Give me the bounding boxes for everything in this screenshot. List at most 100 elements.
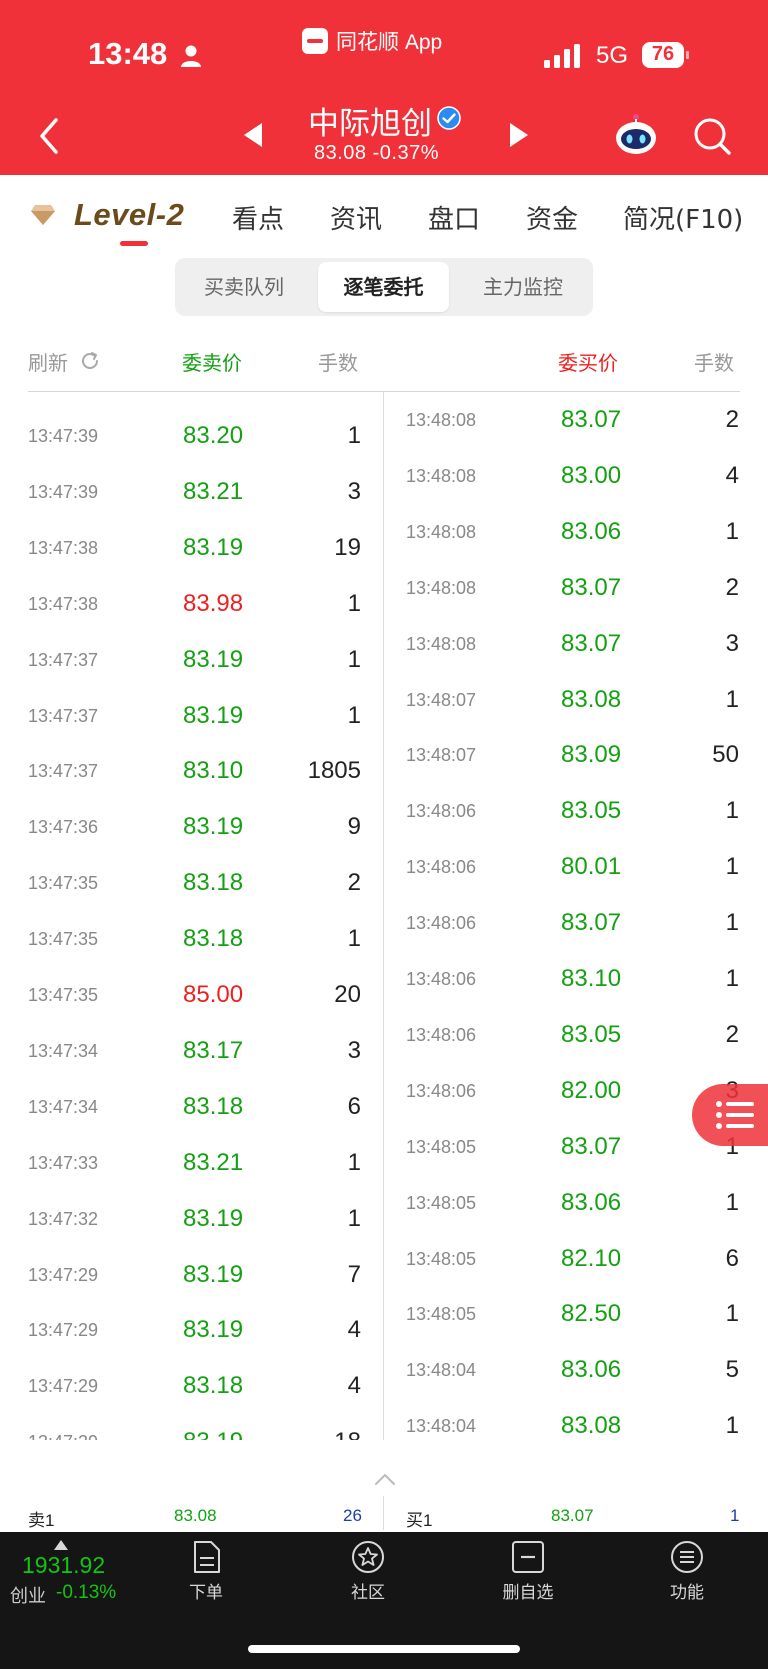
buy-order-row[interactable]: 13:48:05 83.06 1 [406,1189,739,1251]
order-time: 13:47:32 [28,1208,99,1229]
refresh-icon[interactable] [79,350,101,372]
sell-order-row[interactable]: 13:47:37 83.19 1 [28,692,361,748]
app-switch-badge[interactable]: 同花顺 App [302,26,442,56]
buy-order-row[interactable]: 13:48:06 83.07 1 [406,909,739,971]
tab-f10-profile[interactable]: 简况(F10) [623,199,743,236]
sell-order-row[interactable]: 13:47:32 83.19 1 [28,1195,361,1251]
order-time: 13:47:35 [28,929,99,950]
sell1-label: 卖1 [28,1511,55,1530]
buy1-label: 买1 [406,1511,433,1530]
order-price: 82.10 [561,1244,622,1272]
order-qty: 20 [334,981,361,1008]
sell-order-row[interactable]: 13:47:35 83.18 2 [28,859,361,915]
order-price: 83.00 [561,461,622,489]
buy-order-row[interactable]: 13:48:06 83.05 1 [406,797,739,859]
next-stock-icon[interactable] [508,122,530,148]
order-qty: 6 [347,1092,361,1120]
sell-order-row[interactable]: 13:47:38 83.19 19 [28,524,361,580]
sell-order-row[interactable]: 13:47:29 83.19 4 [28,1306,361,1362]
nav-functions[interactable]: 功能 [637,1540,737,1603]
order-qty: 1 [347,701,361,729]
order-qty: 5 [725,1356,739,1384]
sell-order-row[interactable]: 13:47:37 83.19 1 [28,636,361,692]
sell-order-row[interactable]: 13:47:35 83.18 1 [28,915,361,971]
tab-highlights[interactable]: 看点 [232,199,284,236]
sell-order-row[interactable]: 13:47:39 83.20 1 [28,412,361,468]
remove-watchlist-icon [512,1541,544,1573]
sell-order-row[interactable]: 13:47:35 85.00 20 [28,971,361,1027]
buy-order-row[interactable]: 13:48:08 83.00 4 [406,462,739,524]
order-price: 83.17 [183,1036,244,1064]
index-name[interactable]: 创业 [10,1582,46,1608]
order-time: 13:47:35 [28,985,99,1005]
buy-order-row[interactable]: 13:48:08 83.07 2 [406,406,739,468]
tab-news[interactable]: 资讯 [330,199,382,236]
order-time: 13:48:05 [406,1304,477,1325]
buy-order-row[interactable]: 13:48:06 83.10 1 [406,965,739,1027]
order-qty: 1 [347,589,361,617]
order-price: 83.19 [183,533,244,561]
index-value[interactable]: 1931.92 [22,1552,105,1579]
buy-order-row[interactable]: 13:48:08 83.07 2 [406,574,739,636]
order-time: 13:48:07 [406,689,477,710]
sell-order-row[interactable]: 13:47:29 83.18 4 [28,1362,361,1418]
back-icon[interactable] [34,116,64,156]
order-view-segment: 买卖队列 逐笔委托 主力监控 [175,258,593,316]
active-tab-indicator [120,241,148,246]
refresh-button[interactable]: 刷新 [28,347,68,376]
home-indicator[interactable] [248,1645,520,1653]
sell-order-row[interactable]: 13:47:38 83.98 1 [28,580,361,636]
segment-main-force-monitor[interactable]: 主力监控 [460,262,586,312]
sell-order-row[interactable]: 13:47:39 83.21 3 [28,468,361,524]
sell-order-row[interactable]: 13:47:36 83.19 9 [28,803,361,859]
buy-order-row[interactable]: 13:48:05 82.10 6 [406,1245,739,1307]
order-qty: 50 [712,741,739,769]
order-qty: 19 [334,533,361,561]
robot-assistant-icon[interactable] [614,112,658,156]
tab-orderbook[interactable]: 盘口 [428,199,480,236]
order-time: 13:48:04 [406,1360,477,1381]
buy-order-row[interactable]: 13:48:06 80.01 1 [406,853,739,915]
floating-menu-button[interactable] [692,1084,768,1146]
order-price: 83.07 [561,629,622,657]
sell-order-row[interactable]: 13:47:37 83.10 1805 [28,747,361,803]
order-price: 83.98 [183,589,244,617]
level2-label: Level-2 [74,197,185,232]
sell-order-row[interactable]: 13:47:33 83.21 1 [28,1139,361,1195]
order-price: 83.07 [561,406,622,433]
order-time: 13:47:38 [28,537,99,558]
order-price: 83.06 [561,1356,622,1384]
buy-order-row[interactable]: 13:48:06 83.05 2 [406,1021,739,1083]
sell-order-row[interactable]: 13:47:34 83.18 6 [28,1083,361,1139]
chevron-up-icon[interactable] [374,1472,396,1486]
index-change[interactable]: -0.13% [56,1582,116,1604]
app-header: 13:48 同花顺 App 5G 76 中际旭创 83.08 -0.37% [0,0,768,175]
buy-order-row[interactable]: 13:48:04 83.06 5 [406,1356,739,1418]
order-time: 13:48:04 [406,1416,477,1437]
sell-order-row[interactable]: 13:47:29 83.19 7 [28,1251,361,1307]
buy-order-row[interactable]: 13:48:07 83.08 1 [406,686,739,748]
order-price: 83.18 [183,1092,244,1120]
sell-qty-header: 手数 [318,351,358,375]
order-time: 13:47:36 [28,817,99,838]
buy-order-row[interactable]: 13:48:05 82.50 1 [406,1300,739,1362]
order-time: 13:47:34 [28,1096,99,1117]
buy1-price: 83.07 [551,1506,594,1525]
search-icon[interactable] [692,116,732,156]
order-time: 13:47:37 [28,649,99,670]
buy-order-row[interactable]: 13:48:0682.003 [406,1077,739,1139]
segment-tick-orders[interactable]: 逐笔委托 [318,262,449,312]
tab-capital-flow[interactable]: 资金 [526,199,578,236]
nav-place-order[interactable]: 下单 [156,1540,256,1603]
buy-order-row[interactable]: 13:48:05 83.07 1 [406,1133,739,1195]
tab-level2[interactable]: Level-2 [30,197,184,233]
nav-community[interactable]: 社区 [318,1540,418,1603]
prev-stock-icon[interactable] [242,122,264,148]
nav-remove-watchlist[interactable]: 删自选 [478,1540,578,1603]
sell-order-row[interactable]: 13:47:34 83.17 3 [28,1027,361,1083]
detail-tab-bar: Level-2 看点 资讯 盘口 资金 简况(F10) [0,175,768,251]
buy-order-row[interactable]: 13:48:07 83.09 50 [406,741,739,803]
buy-order-row[interactable]: 13:48:08 83.07 3 [406,630,739,692]
segment-order-queue[interactable]: 买卖队列 [181,262,307,312]
buy-order-row[interactable]: 13:48:08 83.06 1 [406,518,739,580]
